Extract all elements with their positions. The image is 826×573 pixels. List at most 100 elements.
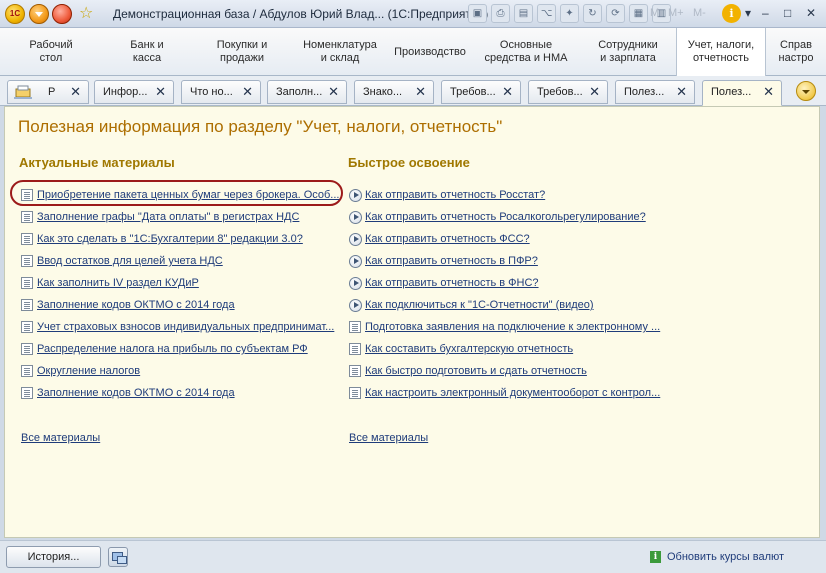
tab-close-icon[interactable]: ✕ [415,84,426,100]
tab-requirements-2[interactable]: Требов... ✕ [528,80,608,104]
navigate-icon[interactable]: ✦ [560,4,579,23]
all-materials-right[interactable]: Все материалы [349,429,428,447]
tab-close-icon[interactable]: ✕ [70,84,81,100]
document-icon [21,387,33,399]
all-materials-link[interactable]: Все материалы [349,432,428,444]
tab-requirements-1[interactable]: Требов... ✕ [441,80,521,104]
quick-link[interactable]: Как отправить отчетность в ФНС? [365,277,539,289]
material-link[interactable]: Как это сделать в "1С:Бухгалтерии 8" ред… [37,233,303,245]
section-production[interactable]: Производство [388,28,472,76]
list-item[interactable]: Как это сделать в "1С:Бухгалтерии 8" ред… [21,230,303,248]
window-title: Демонстрационная база / Абдулов Юрий Вла… [113,7,489,21]
close-all-icon[interactable] [52,4,72,24]
update-rates-link[interactable]: Обновить курсы валют [667,551,784,563]
section-employees[interactable]: Сотрудники и зарплата [580,28,676,76]
section-purchases-sales[interactable]: Покупки и продажи [192,28,292,76]
list-item[interactable]: Как быстро подготовить и сдать отчетност… [349,362,587,380]
save-icon[interactable]: ▣ [468,4,487,23]
refresh-icon[interactable]: ⟳ [606,4,625,23]
quick-link[interactable]: Как быстро подготовить и сдать отчетност… [365,365,587,377]
quick-link[interactable]: Как настроить электронный документооборо… [365,387,660,399]
section-nomenclature[interactable]: Номенклатура и склад [292,28,388,76]
all-materials-left[interactable]: Все материалы [21,429,100,447]
list-item[interactable]: Как отправить отчетность в ФНС? [349,274,539,292]
list-item[interactable]: Как отправить отчетность Росалкогольрегу… [349,208,646,226]
chevron-down-icon[interactable]: ▾ [745,6,751,20]
list-item[interactable]: Заполнение графы "Дата оплаты" в регистр… [21,208,299,226]
tab-whats-new[interactable]: Что но... ✕ [181,80,261,104]
tab-close-icon[interactable]: ✕ [589,84,600,100]
calculator-icon[interactable]: ▦ [629,4,648,23]
favorites-star-icon[interactable]: ☆ [79,3,93,23]
tab-close-icon[interactable]: ✕ [676,84,687,100]
section-fixed-assets[interactable]: Основные средства и НМА [472,28,580,76]
tab-close-icon[interactable]: ✕ [242,84,253,100]
tab-filling[interactable]: Заполн... ✕ [267,80,347,104]
tab-close-icon[interactable]: ✕ [328,84,339,100]
list-item[interactable]: Округление налогов [21,362,140,380]
history-icon[interactable]: ↻ [583,4,602,23]
memory-minus-button[interactable]: M- [693,7,706,19]
list-item[interactable]: Заполнение кодов ОКТМО с 2014 года [21,384,235,402]
quick-link[interactable]: Как отправить отчетность ФСС? [365,233,530,245]
close-icon[interactable]: ✕ [806,6,816,20]
list-item[interactable]: Ввод остатков для целей учета НДС [21,252,223,270]
material-link[interactable]: Заполнение графы "Дата оплаты" в регистр… [37,211,299,223]
list-item[interactable]: Распределение налога на прибыль по субъе… [21,340,308,358]
print-icon[interactable]: ⎙ [491,4,510,23]
memory-plus-button[interactable]: M+ [668,7,684,19]
material-link[interactable]: Заполнение кодов ОКТМО с 2014 года [37,299,235,311]
list-item[interactable]: Как заполнить IV раздел КУДиР [21,274,199,292]
list-item[interactable]: Как отправить отчетность в ПФР? [349,252,538,270]
tab-label: Требов... [450,86,496,98]
minimize-icon[interactable]: – [762,6,769,20]
memory-button[interactable]: M [650,7,659,19]
quick-link[interactable]: Как составить бухгалтерскую отчетность [365,343,573,355]
all-materials-link[interactable]: Все материалы [21,432,100,444]
material-link[interactable]: Как заполнить IV раздел КУДиР [37,277,199,289]
tab-useful-active[interactable]: Полез... ✕ [702,80,782,106]
list-item[interactable]: Как составить бухгалтерскую отчетность [349,340,573,358]
quick-link[interactable]: Как подключиться к "1С-Отчетности" (виде… [365,299,594,311]
list-item[interactable]: Приобретение пакета ценных бумаг через б… [21,186,339,204]
material-link[interactable]: Учет страховых взносов индивидуальных пр… [37,321,334,333]
list-item[interactable]: Как подключиться к "1С-Отчетности" (виде… [349,296,594,314]
list-item[interactable]: Как отправить отчетность Росстат? [349,186,545,204]
app-logo-icon[interactable]: 1С [5,4,25,24]
material-link[interactable]: Ввод остатков для целей учета НДС [37,255,223,267]
section-desktop[interactable]: Рабочий стол [0,28,102,76]
section-bank[interactable]: Банк и касса [102,28,192,76]
quick-link[interactable]: Подготовка заявления на подключение к эл… [365,321,660,333]
quick-link[interactable]: Как отправить отчетность в ПФР? [365,255,538,267]
history-button[interactable]: История... [6,546,101,568]
tab-close-icon[interactable]: ✕ [155,84,166,100]
list-item[interactable]: Учет страховых взносов индивидуальных пр… [21,318,334,336]
tab-info[interactable]: Инфор... ✕ [94,80,174,104]
material-link[interactable]: Округление налогов [37,365,140,377]
material-link[interactable]: Приобретение пакета ценных бумаг через б… [37,189,339,201]
list-item[interactable]: Заполнение кодов ОКТМО с 2014 года [21,296,235,314]
main-menu-icon[interactable] [29,4,49,24]
info-icon[interactable]: i [722,4,741,23]
list-item[interactable]: Как отправить отчетность ФСС? [349,230,530,248]
tab-close-icon[interactable]: ✕ [502,84,513,100]
section-reference[interactable]: Справ настро [766,28,826,76]
tab-home[interactable]: Р ✕ [7,80,89,104]
section-accounting-taxes[interactable]: Учет, налоги, отчетность [676,28,766,76]
material-link[interactable]: Распределение налога на прибыль по субъе… [37,343,308,355]
maximize-icon[interactable]: □ [784,6,791,20]
list-item[interactable]: Подготовка заявления на подключение к эл… [349,318,660,336]
tree-icon[interactable]: ⌥ [537,4,556,23]
connection-icon[interactable] [108,547,128,567]
material-link[interactable]: Заполнение кодов ОКТМО с 2014 года [37,387,235,399]
tab-introduction[interactable]: Знако... ✕ [354,80,434,104]
document-icon [21,255,33,267]
tab-close-icon[interactable]: ✕ [763,84,774,100]
quick-link[interactable]: Как отправить отчетность Росалкогольрегу… [365,211,646,223]
preview-icon[interactable]: ▤ [514,4,533,23]
more-tabs-icon[interactable] [796,81,816,101]
document-icon [21,189,33,201]
list-item[interactable]: Как настроить электронный документооборо… [349,384,660,402]
tab-useful-1[interactable]: Полез... ✕ [615,80,695,104]
quick-link[interactable]: Как отправить отчетность Росстат? [365,189,545,201]
